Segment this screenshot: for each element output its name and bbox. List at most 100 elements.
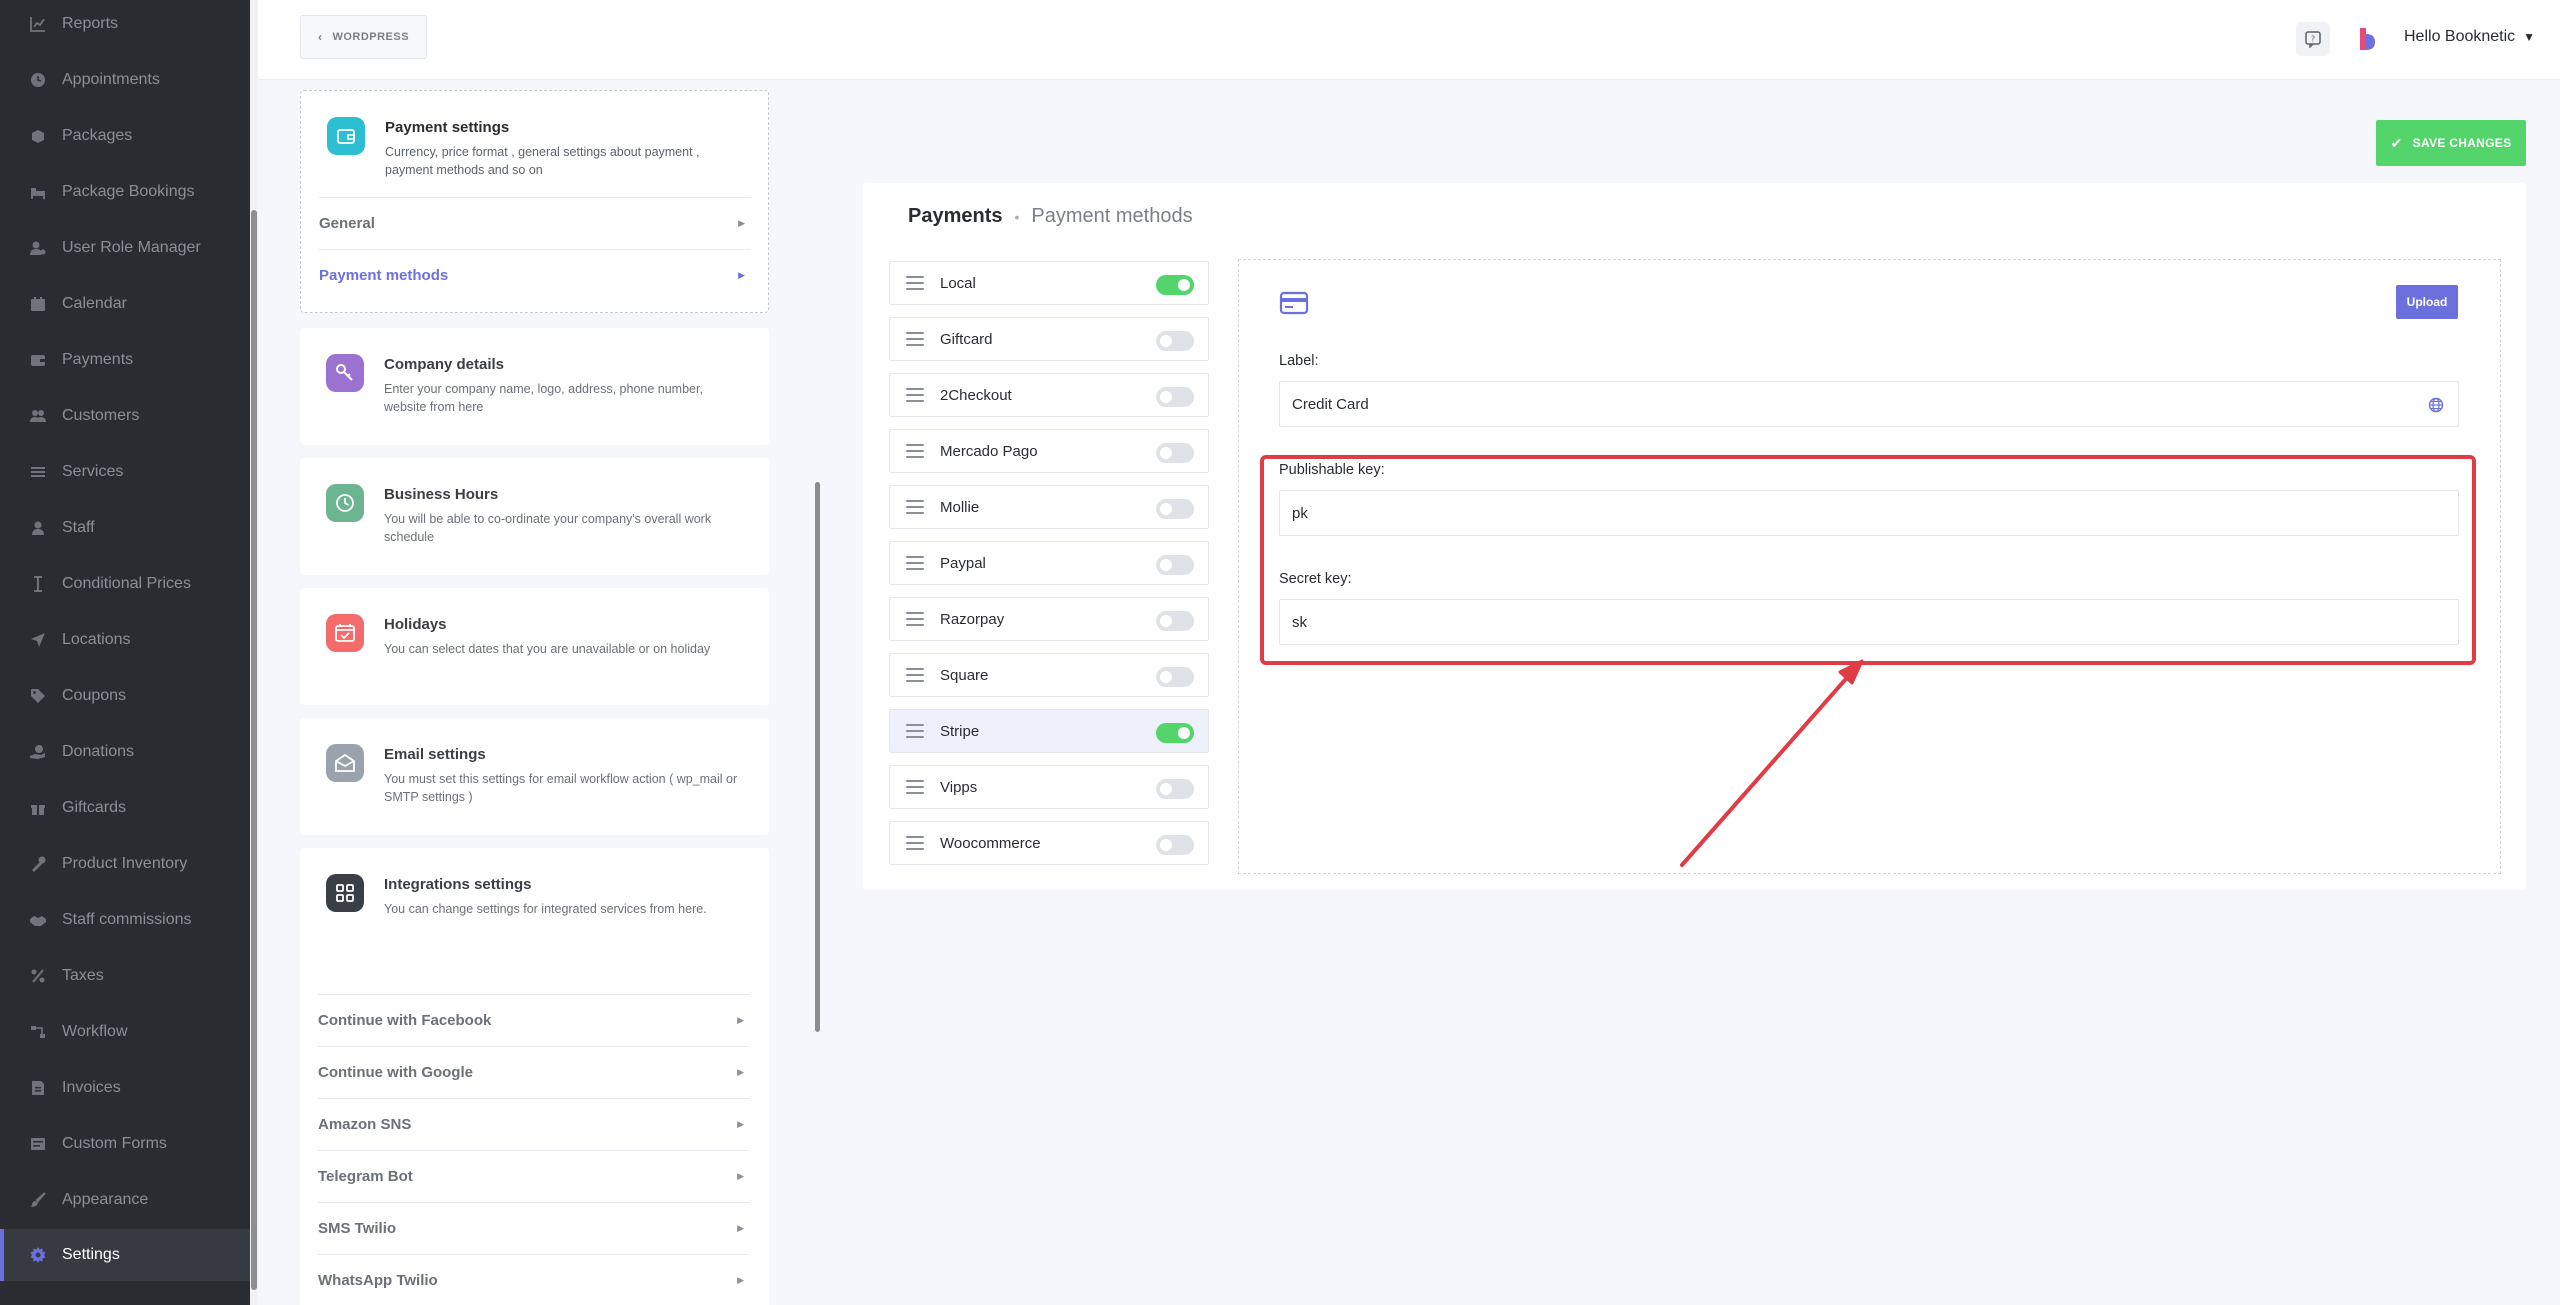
- sidebar-item-giftcards[interactable]: Giftcards: [0, 782, 250, 834]
- settings-card-email-settings[interactable]: Email settings You must set this settings…: [300, 718, 769, 835]
- user-menu-dropdown[interactable]: Hello Booknetic ▼: [2404, 28, 2535, 46]
- payment-method-label: Giftcard: [940, 330, 993, 348]
- payment-method-mercado-pago[interactable]: Mercado Pago: [889, 429, 1209, 473]
- settings-subitem-sms-twilio[interactable]: SMS Twilio ▶: [318, 1202, 750, 1254]
- sidebar-item-conditional-prices[interactable]: Conditional Prices: [0, 558, 250, 610]
- drag-handle-icon[interactable]: [906, 668, 924, 682]
- sidebar-item-taxes[interactable]: Taxes: [0, 950, 250, 1002]
- sidebar-item-coupons[interactable]: Coupons: [0, 670, 250, 722]
- calendar-icon: [30, 296, 46, 312]
- gift-icon: [30, 800, 46, 816]
- check-icon: ✔: [2390, 134, 2403, 151]
- upload-icon-button[interactable]: Upload: [2396, 285, 2458, 319]
- sidebar-item-calendar[interactable]: Calendar: [0, 278, 250, 330]
- payment-method-mollie[interactable]: Mollie: [889, 485, 1209, 529]
- payment-method-paypal[interactable]: Paypal: [889, 541, 1209, 585]
- settings-subitem-whatsapp-twilio[interactable]: WhatsApp Twilio ▶: [318, 1254, 750, 1305]
- settings-subitem-amazon-sns[interactable]: Amazon SNS ▶: [318, 1098, 750, 1150]
- sidebar-scrollbar-thumb[interactable]: [251, 210, 257, 1290]
- sidebar-item-product-inventory[interactable]: Product Inventory: [0, 838, 250, 890]
- payment-method-2checkout[interactable]: 2Checkout: [889, 373, 1209, 417]
- sidebar-item-package-bookings[interactable]: Package Bookings: [0, 166, 250, 218]
- sidebar-item-payments[interactable]: Payments: [0, 334, 250, 386]
- sidebar-item-services[interactable]: Services: [0, 446, 250, 498]
- sidebar-item-label: Taxes: [62, 967, 104, 984]
- sidebar-scrollbar[interactable]: [250, 0, 258, 1305]
- sidebar-item-donations[interactable]: Donations: [0, 726, 250, 778]
- drag-handle-icon[interactable]: [906, 556, 924, 570]
- drag-handle-icon[interactable]: [906, 388, 924, 402]
- drag-handle-icon[interactable]: [906, 724, 924, 738]
- sidebar-item-label: Donations: [62, 743, 135, 760]
- back-to-wordpress-button[interactable]: ‹ WORDPRESS: [300, 15, 427, 59]
- sidebar-item-user-role-manager[interactable]: User Role Manager: [0, 222, 250, 274]
- sidebar-item-packages[interactable]: Packages: [0, 110, 250, 162]
- settings-card-description: You will be able to co-ordinate your com…: [384, 512, 712, 544]
- payment-method-vipps[interactable]: Vipps: [889, 765, 1209, 809]
- drag-handle-icon[interactable]: [906, 444, 924, 458]
- payment-method-toggle[interactable]: [1156, 275, 1194, 295]
- sidebar-item-label: Custom Forms: [62, 1135, 167, 1152]
- sidebar-item-settings[interactable]: Settings: [0, 1229, 250, 1281]
- payment-method-toggle[interactable]: [1156, 555, 1194, 575]
- sidebar-item-reports[interactable]: Reports: [0, 0, 250, 50]
- payment-method-toggle[interactable]: [1156, 443, 1194, 463]
- breadcrumb-section[interactable]: Payments: [908, 205, 1003, 228]
- settings-subitem-payment-methods[interactable]: Payment methods ▶: [319, 249, 751, 301]
- payment-method-toggle[interactable]: [1156, 499, 1194, 519]
- save-changes-button[interactable]: ✔ SAVE CHANGES: [2376, 120, 2526, 166]
- settings-card-business-hours[interactable]: Business Hours You will be able to co-ord…: [300, 458, 769, 575]
- payment-method-toggle[interactable]: [1156, 779, 1194, 799]
- settings-subitem-general[interactable]: General ▶: [319, 197, 751, 249]
- invoice-icon: [30, 1080, 46, 1096]
- chevron-right-icon: ▶: [738, 218, 745, 228]
- help-chat-icon[interactable]: ?: [2296, 22, 2330, 56]
- sidebar-item-invoices[interactable]: Invoices: [0, 1062, 250, 1114]
- drag-handle-icon[interactable]: [906, 780, 924, 794]
- booknetic-logo-icon: [2358, 28, 2376, 50]
- sidebar-item-staff[interactable]: Staff: [0, 502, 250, 554]
- settings-card-integrations-settings[interactable]: Integrations settings You can change sett…: [300, 848, 769, 1305]
- settings-subitem-telegram-bot[interactable]: Telegram Bot ▶: [318, 1150, 750, 1202]
- payment-method-toggle[interactable]: [1156, 387, 1194, 407]
- payment-method-toggle[interactable]: [1156, 667, 1194, 687]
- settings-scrollbar-thumb[interactable]: [815, 482, 820, 1032]
- label-input[interactable]: Credit Card: [1279, 381, 2459, 427]
- sidebar-item-appearance[interactable]: Appearance: [0, 1174, 250, 1226]
- settings-card-payment-settings[interactable]: Payment settings Currency, price format ,…: [300, 90, 769, 313]
- drag-handle-icon[interactable]: [906, 612, 924, 626]
- settings-subitem-label: Telegram Bot: [318, 1168, 413, 1185]
- payment-method-label: Local: [940, 274, 976, 292]
- payment-method-toggle[interactable]: [1156, 723, 1194, 743]
- settings-subitem-label: General: [319, 215, 375, 232]
- chevron-right-icon: ▶: [738, 270, 745, 280]
- payment-method-toggle[interactable]: [1156, 331, 1194, 351]
- payment-method-square[interactable]: Square: [889, 653, 1209, 697]
- drag-handle-icon[interactable]: [906, 276, 924, 290]
- brush-icon: [30, 1192, 46, 1208]
- payment-method-razorpay[interactable]: Razorpay: [889, 597, 1209, 641]
- sidebar-item-customers[interactable]: Customers: [0, 390, 250, 442]
- sidebar-item-custom-forms[interactable]: Custom Forms: [0, 1118, 250, 1170]
- payment-method-toggle[interactable]: [1156, 835, 1194, 855]
- apps-icon: [326, 874, 364, 912]
- payment-method-woocommerce[interactable]: Woocommerce: [889, 821, 1209, 865]
- sidebar-item-staff-commissions[interactable]: Staff commissions: [0, 894, 250, 946]
- settings-subitem-continue-with-google[interactable]: Continue with Google ▶: [318, 1046, 750, 1098]
- drag-handle-icon[interactable]: [906, 332, 924, 346]
- payment-method-local[interactable]: Local: [889, 261, 1209, 305]
- payment-method-giftcard[interactable]: Giftcard: [889, 317, 1209, 361]
- sidebar-item-appointments[interactable]: Appointments: [0, 54, 250, 106]
- globe-icon[interactable]: [2428, 397, 2444, 413]
- sidebar-item-workflow[interactable]: Workflow: [0, 1006, 250, 1058]
- settings-card-company-details[interactable]: Company details Enter your company name, …: [300, 328, 769, 445]
- sidebar-item-locations[interactable]: Locations: [0, 614, 250, 666]
- drag-handle-icon[interactable]: [906, 836, 924, 850]
- payment-method-toggle[interactable]: [1156, 611, 1194, 631]
- settings-subitem-continue-with-facebook[interactable]: Continue with Facebook ▶: [318, 994, 750, 1046]
- sidebar-item-label: Package Bookings: [62, 183, 195, 200]
- payment-method-stripe[interactable]: Stripe: [889, 709, 1209, 753]
- settings-scrollbar[interactable]: [813, 80, 823, 1305]
- drag-handle-icon[interactable]: [906, 500, 924, 514]
- settings-card-holidays[interactable]: Holidays You can select dates that you ar…: [300, 588, 769, 705]
